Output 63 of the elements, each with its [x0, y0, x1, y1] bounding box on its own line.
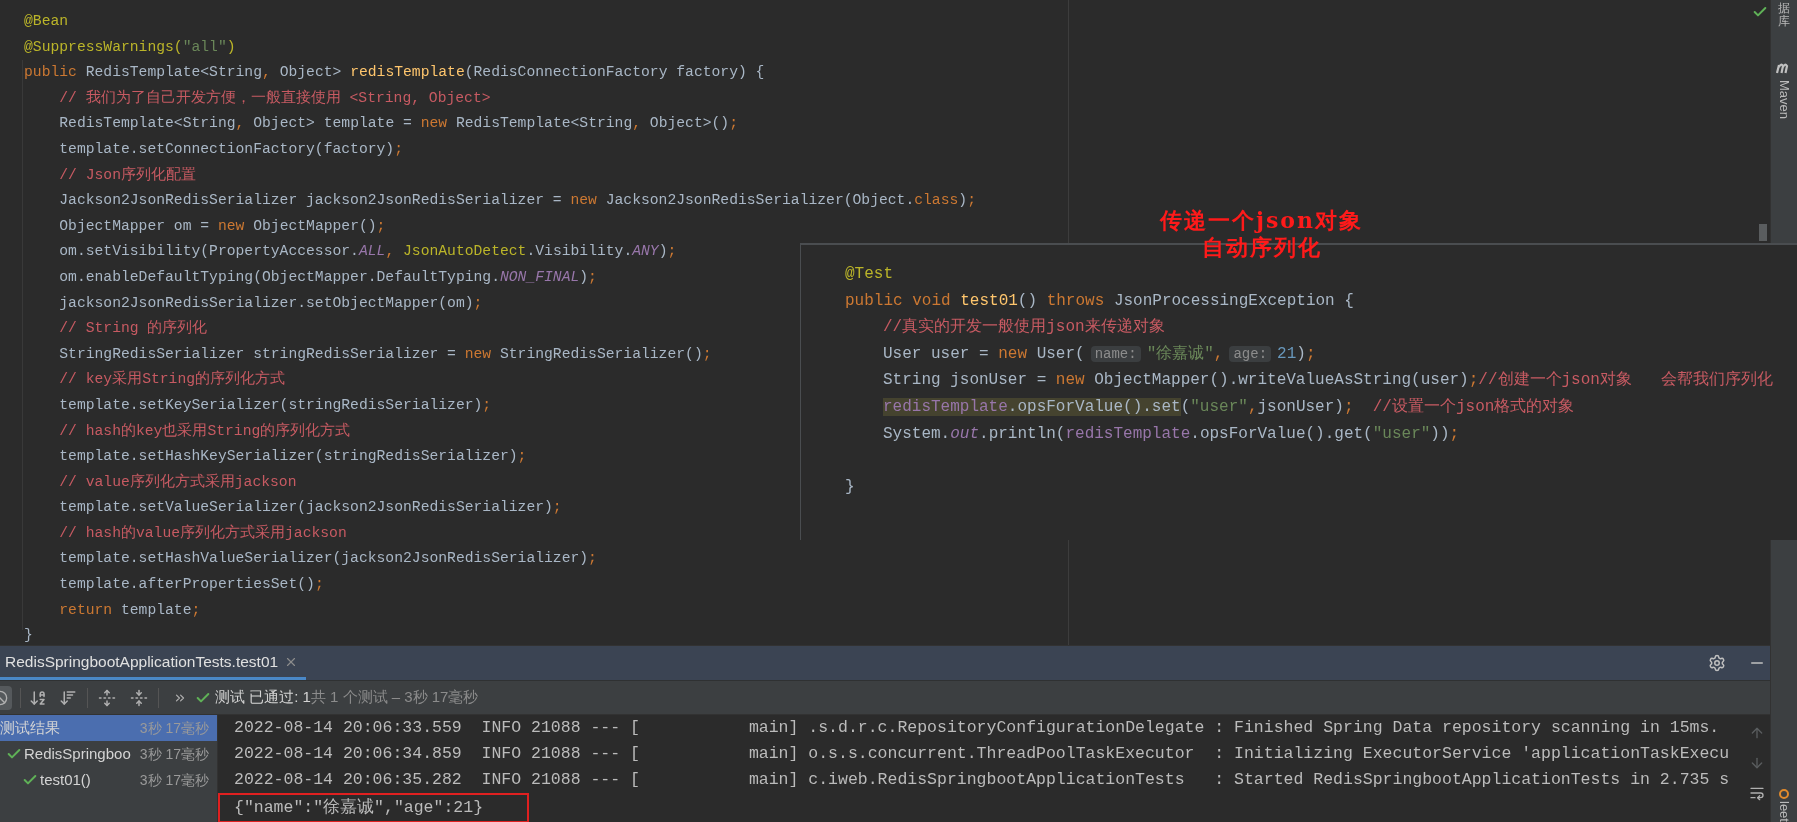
code-line: ObjectMapper om = new ObjectMapper(); — [58, 216, 386, 236]
code-line: public RedisTemplate<String, Object> redisTemplate(RedisConnectionFactory factory) { — [24, 63, 765, 83]
tree-item[interactable]: test01() 3秒 17毫秒 — [0, 767, 217, 793]
code-line: om.setVisibility(PropertyAccessor.ALL, JsonAutoDetect.Visibility.ANY); — [58, 242, 677, 262]
collapse-all-icon[interactable] — [130, 688, 148, 707]
settings-icon[interactable] — [1708, 654, 1726, 672]
code-line: template.setConnectionFactory(factory); — [58, 139, 403, 159]
code-line: // value序列化方式采用jackson — [58, 472, 297, 492]
tree-item[interactable]: RedisSpringboo 3秒 17毫秒 — [0, 741, 217, 767]
code-line: //真实的开发一般使用json来传递对象 — [883, 316, 1165, 339]
tool-window-label[interactable]: 据库 — [1778, 2, 1790, 29]
code-line: @SuppressWarnings("all") — [24, 37, 236, 57]
duration-label: 3秒 17毫秒 — [139, 770, 209, 790]
status-label: 测试 已通过: 1 — [215, 687, 311, 708]
tree-item-label: 测试结果 — [0, 717, 61, 738]
code-line: redisTemplate.opsForValue().set("user",jsonUser); //设置一个json格式的对象 — [883, 396, 1575, 418]
code-line: // key采用String的序列化方式 — [58, 369, 286, 390]
code-line: // String 的序列化 — [58, 318, 208, 339]
status-summary: 共 1 个测试 – 3秒 17毫秒 — [310, 687, 479, 708]
tree-item-label: RedisSpringboo — [24, 743, 132, 764]
code-line: String jsonUser = new ObjectMapper().writeValueAsString(user);//创建一个json对象 会帮我们序列化 — [883, 369, 1773, 392]
tool-window-icon — [1779, 789, 1789, 800]
code-line: @Bean — [24, 12, 69, 31]
console-output[interactable] — [218, 715, 1744, 822]
log-line: 2022-08-14 20:06:33.559 INFO 21088 --- [ main] .s.d.r.c.RepositoryConfigurationDelegate : Finished Spring Data repository scanning in 15ms. — [234, 717, 1720, 739]
log-line: 2022-08-14 20:06:34.859 INFO 21088 --- [ main] o.s.s.concurrent.ThreadPoolTaskExecutor : Initializing ExecutorService 'applicationTaskExecu — [234, 743, 1730, 765]
sort-alphabetical-icon[interactable] — [29, 688, 47, 707]
code-line: } — [845, 476, 855, 498]
code-line: Jackson2JsonRedisSerializer jackson2JsonRedisSerializer = new Jackson2JsonRedisSerializer(Object.class); — [58, 191, 976, 211]
code-line: // hash的key也采用String的序列化方式 — [58, 421, 351, 441]
sort-duration-icon[interactable] — [59, 688, 77, 707]
duration-label: 3秒 17毫秒 — [139, 744, 209, 764]
soft-wrap-icon[interactable] — [1749, 785, 1765, 801]
code-line: template.setHashKeySerializer(stringRedisSerializer); — [58, 447, 527, 467]
duration-label: 3秒 17毫秒 — [139, 718, 209, 738]
code-line: om.enableDefaultTyping(ObjectMapper.DefaultTyping.NON_FINAL); — [58, 267, 597, 287]
tool-window-label[interactable]: Maven — [1774, 80, 1794, 120]
code-line: StringRedisSerializer stringRedisSerializer = new StringRedisSerializer(); — [58, 344, 712, 364]
code-line: template.setValueSerializer(jackson2JsonRedisSerializer); — [58, 498, 562, 518]
code-line: } — [24, 626, 33, 645]
code-line: jackson2JsonRedisSerializer.setObjectMapper(om); — [58, 293, 483, 313]
code-line: template.setHashValueSerializer(jackson2JsonRedisSerializer); — [58, 549, 597, 569]
annotation-text: 传递一个json对象 — [1160, 207, 1363, 234]
code-line: // 我们为了自己开发方便，一般直接使用 <String, Object> — [58, 88, 491, 108]
json-output: {"name":"徐嘉诚","age":21} — [234, 796, 484, 819]
tree-item-label: test01() — [40, 769, 92, 790]
code-line: return template; — [58, 600, 201, 620]
code-line: RedisTemplate<String, Object> template = new RedisTemplate<String, Object>(); — [58, 114, 738, 134]
code-line: // hash的value序列化方式采用jackson — [58, 523, 347, 543]
code-line: @Test — [845, 264, 893, 285]
code-line: public void test01() throws JsonProcessingException { — [845, 290, 1354, 312]
code-line: User user = new User( name: "徐嘉诚", age: 21); — [883, 343, 1316, 365]
run-tab[interactable]: RedisSpringbootApplicationTests.test01 — [0, 646, 307, 680]
expand-all-icon[interactable] — [98, 688, 116, 707]
code-line: System.out.println(redisTemplate.opsForValue().get("user")); — [883, 423, 1460, 445]
code-line: // Json序列化配置 — [58, 165, 196, 185]
log-line: 2022-08-14 20:06:35.282 INFO 21088 --- [ main] c.iweb.RedisSpringbootApplicationTests : Started RedisSpringbootApplicationTests in 2.735 s — [234, 769, 1730, 791]
scrollbar-thumb[interactable] — [1759, 224, 1767, 241]
tool-window-label[interactable]: leet — [1777, 801, 1791, 822]
annotation-text: 自动序列化 — [1201, 234, 1322, 261]
tree-item[interactable]: 测试结果 3秒 17毫秒 — [0, 715, 217, 741]
code-line: template.setKeySerializer(stringRedisSerializer); — [58, 395, 492, 415]
code-line: template.afterPropertiesSet(); — [58, 575, 324, 595]
